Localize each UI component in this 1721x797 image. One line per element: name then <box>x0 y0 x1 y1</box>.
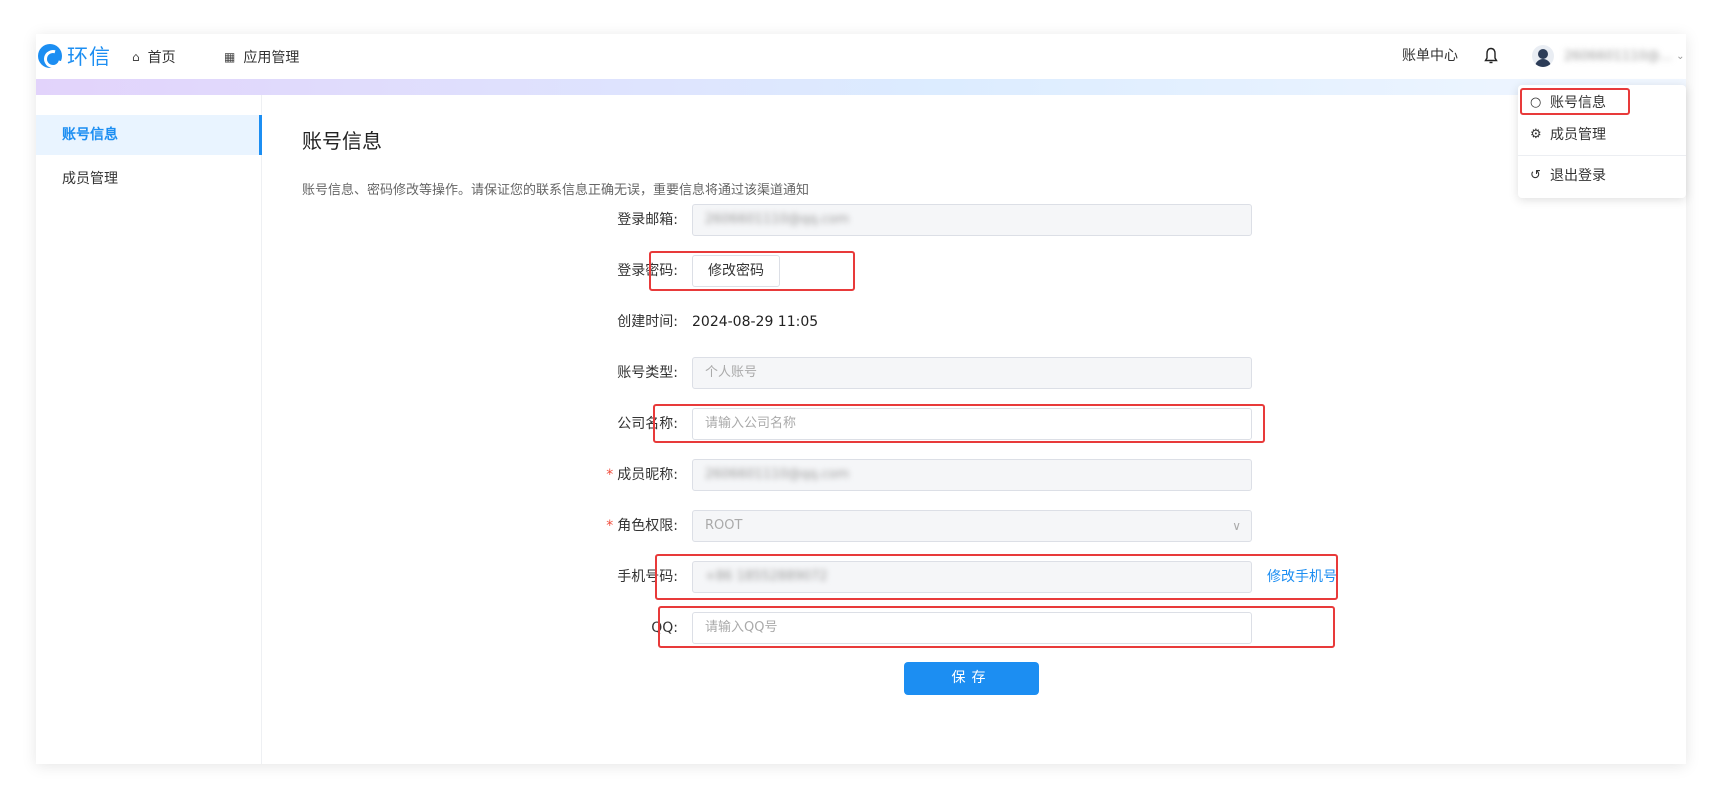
form-row-phone: 手机号码: +86 18552889072 修改手机号 <box>262 560 1686 594</box>
change-password-button[interactable]: 修改密码 <box>692 255 780 287</box>
role-select[interactable]: ROOT ∨ <box>692 510 1252 542</box>
qq-label: QQ: <box>651 620 678 636</box>
logo[interactable]: 环信 <box>38 42 111 70</box>
company-name-label: 公司名称: <box>617 416 678 432</box>
user-icon: ○ <box>1530 95 1542 110</box>
bell-icon[interactable] <box>1484 47 1498 65</box>
logo-icon <box>38 44 62 68</box>
user-name: 2606601110@... <box>1564 48 1673 64</box>
change-phone-link[interactable]: 修改手机号 <box>1267 560 1337 594</box>
member-nickname-label-text: 成员昵称: <box>617 467 678 483</box>
login-email-field: 2606601110@qq.com <box>692 204 1252 236</box>
login-email-label: 登录邮箱: <box>617 212 678 228</box>
member-nickname-label: * 成员昵称: <box>552 458 682 492</box>
created-time-label: 创建时间: <box>617 314 678 330</box>
form-row-account-type: 账号类型: 个人账号 <box>262 356 1686 390</box>
main-content: 账号信息 账号信息、密码修改等操作。请保证您的联系信息正确无误，重要信息将通过该… <box>262 95 1686 764</box>
nav-home[interactable]: ⌂ 首页 <box>132 34 176 79</box>
form-row-created-time: 创建时间: 2024-08-29 11:05 <box>262 305 1686 339</box>
menu-item-logout-label: 退出登录 <box>1550 168 1606 184</box>
form-row-qq: QQ: 请输入QQ号 <box>262 611 1686 645</box>
account-type-label: 账号类型: <box>617 365 678 381</box>
role-label-text: 角色权限: <box>617 518 678 534</box>
account-type-field: 个人账号 <box>692 357 1252 389</box>
form-row-member-nickname: * 成员昵称: 2606601110@qq.com <box>262 458 1686 492</box>
role-value: ROOT <box>705 518 743 533</box>
avatar <box>1532 45 1554 67</box>
sidebar-item-account-info[interactable]: 账号信息 <box>36 115 262 155</box>
login-password-label: 登录密码: <box>617 263 678 279</box>
chevron-down-icon: ∨ <box>1232 519 1241 533</box>
qq-input[interactable]: 请输入QQ号 <box>692 612 1252 644</box>
form-row-login-email: 登录邮箱: 2606601110@qq.com <box>262 203 1686 237</box>
form-row-login-password: 登录密码: 修改密码 <box>262 254 1686 288</box>
required-marker: * <box>606 467 614 483</box>
member-nickname-value: 2606601110@qq.com <box>705 467 850 482</box>
sidebar-item-member-management[interactable]: 成员管理 <box>36 159 262 199</box>
required-marker: * <box>606 518 614 534</box>
header-gradient-band <box>36 79 1686 95</box>
nav-app-management-label: 应用管理 <box>243 49 300 66</box>
sidebar: 账号信息 成员管理 <box>36 95 262 764</box>
home-icon: ⌂ <box>132 49 140 64</box>
chevron-down-icon: ⌄ <box>1676 50 1685 62</box>
menu-item-logout[interactable]: ↺ 退出登录 <box>1518 160 1686 192</box>
user-menu-trigger[interactable]: 2606601110@... ⌄ <box>1532 42 1685 70</box>
menu-item-member-management[interactable]: ⚙ 成员管理 <box>1518 119 1686 151</box>
phone-value: +86 18552889072 <box>705 569 828 584</box>
nav-app-management[interactable]: ▦ 应用管理 <box>224 34 299 79</box>
app-window: 环信 ⌂ 首页 ▦ 应用管理 账单中心 2606601110@... ⌄ 账号信… <box>36 34 1686 764</box>
menu-item-member-management-label: 成员管理 <box>1550 127 1606 143</box>
page-description: 账号信息、密码修改等操作。请保证您的联系信息正确无误，重要信息将通过该渠道通知 <box>302 183 810 198</box>
login-email-value: 2606601110@qq.com <box>705 212 850 227</box>
member-nickname-field: 2606601110@qq.com <box>692 459 1252 491</box>
role-label: * 角色权限: <box>552 509 682 543</box>
menu-item-account-info[interactable]: ○ 账号信息 <box>1518 87 1686 119</box>
gear-icon: ⚙ <box>1530 127 1542 142</box>
form-row-company-name: 公司名称: 请输入公司名称 <box>262 407 1686 441</box>
nav-home-label: 首页 <box>147 49 176 66</box>
page-title: 账号信息 <box>302 129 382 153</box>
phone-label: 手机号码: <box>617 569 678 585</box>
top-bar: 环信 ⌂ 首页 ▦ 应用管理 账单中心 2606601110@... ⌄ <box>36 34 1686 79</box>
menu-item-account-info-label: 账号信息 <box>1550 95 1606 111</box>
company-name-input[interactable]: 请输入公司名称 <box>692 408 1252 440</box>
phone-field: +86 18552889072 <box>692 561 1252 593</box>
save-button[interactable]: 保存 <box>904 662 1039 695</box>
billing-center-link[interactable]: 账单中心 <box>1402 34 1458 79</box>
menu-divider <box>1518 155 1686 156</box>
grid-icon: ▦ <box>224 49 236 64</box>
user-dropdown-menu: ○ 账号信息 ⚙ 成员管理 ↺ 退出登录 <box>1518 85 1686 198</box>
logout-icon: ↺ <box>1530 168 1541 183</box>
form-row-role: * 角色权限: ROOT ∨ <box>262 509 1686 543</box>
logo-text: 环信 <box>67 45 111 69</box>
created-time-value: 2024-08-29 11:05 <box>692 314 819 330</box>
